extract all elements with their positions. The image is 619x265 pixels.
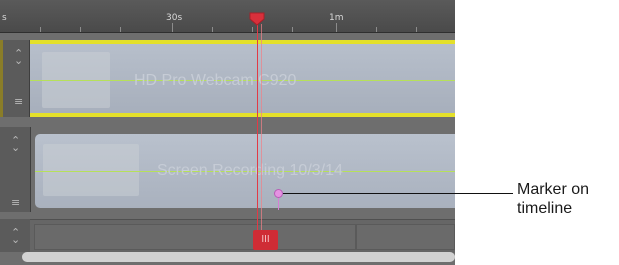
time-ruler[interactable]: s 30s 1m [0, 0, 455, 33]
empty-track-segment [34, 224, 356, 250]
playhead-handle-icon[interactable] [249, 12, 265, 26]
ruler-label-1m: 1m [329, 13, 344, 23]
ruler-tick [40, 27, 41, 32]
ruler-tick [376, 27, 377, 32]
webcam-clip[interactable]: HD Pro Webcam C920 [30, 40, 455, 117]
playhead-line[interactable] [257, 22, 258, 244]
expand-chevron-icon[interactable]: ⌄ [11, 142, 20, 153]
ruler-tick [172, 23, 173, 32]
ruler-tick [120, 27, 121, 32]
screen-recording-clip[interactable]: Screen Recording 10/3/14 [35, 134, 455, 208]
callout-leader-line [283, 193, 513, 194]
clip-title: HD Pro Webcam C920 [134, 72, 297, 89]
ruler-label-30s: 30s [166, 13, 183, 23]
playhead-line-shadow [261, 24, 262, 244]
ruler-tick [292, 27, 293, 32]
ruler-label-left: s [2, 13, 7, 23]
marker-stem [278, 198, 279, 210]
callout-label: Marker on timeline [517, 181, 590, 217]
clip-thumbnail [43, 144, 139, 196]
playhead-grip[interactable]: III [253, 230, 278, 250]
clip-title: Screen Recording 10/3/14 [157, 162, 343, 179]
track-3-header[interactable]: ⌃ ⌄ [0, 219, 31, 252]
ruler-tick [80, 27, 81, 32]
empty-track[interactable] [30, 219, 455, 253]
ruler-tick [416, 27, 417, 32]
timeline-editor: s 30s 1m ⌃ ⌄ ≡ HD Pro Webcam C920 ⌃ ⌄ ≡ … [0, 0, 455, 265]
track-2-header[interactable]: ⌃ ⌄ ≡ [0, 127, 31, 212]
track-menu-icon[interactable]: ≡ [14, 96, 23, 107]
horizontal-scrollbar[interactable] [22, 252, 455, 262]
ruler-tick [212, 27, 213, 32]
expand-chevron-icon[interactable]: ⌄ [14, 55, 23, 66]
timeline-marker[interactable] [274, 189, 283, 198]
track-menu-icon[interactable]: ≡ [11, 197, 20, 208]
empty-track-segment [356, 224, 455, 250]
ruler-tick [336, 23, 337, 32]
track-1-header[interactable]: ⌃ ⌄ ≡ [0, 40, 30, 117]
expand-chevron-icon[interactable]: ⌄ [11, 234, 20, 245]
ruler-tick [252, 27, 253, 32]
